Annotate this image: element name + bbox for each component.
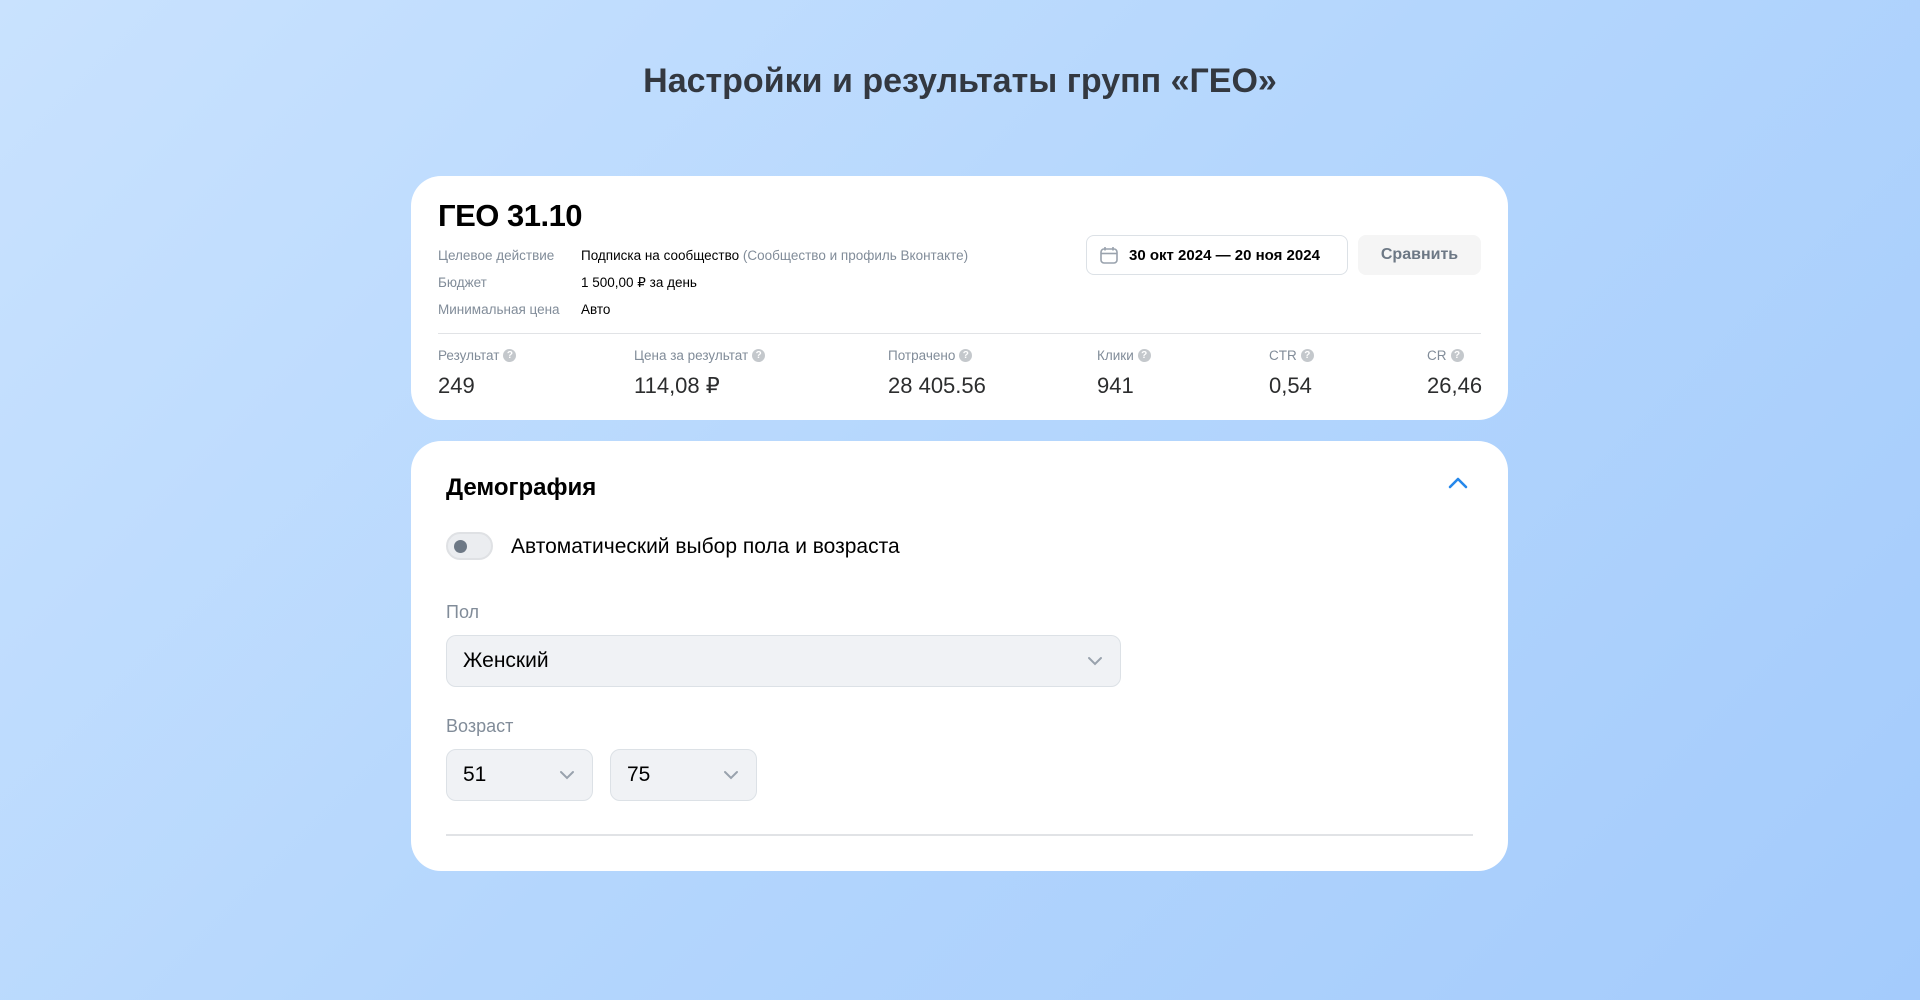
help-icon[interactable]: ? — [1137, 349, 1151, 362]
metric-cost-per-result: Цена за результат? 114,08 ₽ — [634, 348, 766, 399]
age-label: Возраст — [446, 716, 514, 736]
info-row-min-price: Минимальная цена Авто — [438, 296, 968, 323]
age-from-select[interactable]: 51 — [446, 749, 593, 801]
chevron-down-icon — [1088, 657, 1102, 666]
metric-cr: CR? 26,46 — [1427, 348, 1482, 399]
auto-demography-label: Автоматический выбор пола и возраста — [511, 535, 900, 558]
chevron-down-icon — [560, 771, 574, 780]
metric-label: CR — [1427, 348, 1447, 363]
section-title: Демография — [446, 474, 597, 501]
age-to-value: 75 — [627, 763, 651, 786]
group-summary-card: ГЕО 31.10 Целевое действие Подписка на со… — [411, 176, 1508, 420]
compare-button[interactable]: Сравнить — [1358, 235, 1481, 275]
info-subvalue: (Сообщество и профиль Вконтакте) — [742, 248, 969, 263]
info-label: Бюджет — [438, 275, 487, 290]
metric-clicks: Клики? 941 — [1097, 348, 1151, 399]
chevron-down-icon — [724, 771, 738, 780]
metric-label: Клики — [1097, 348, 1134, 363]
divider — [446, 834, 1473, 836]
divider — [438, 333, 1481, 334]
gender-label: Пол — [446, 602, 480, 622]
metric-value: 249 — [438, 373, 475, 398]
info-label: Минимальная цена — [438, 302, 560, 317]
metric-value: 26,46 — [1427, 373, 1483, 398]
metric-label: Цена за результат — [634, 348, 749, 363]
help-icon[interactable]: ? — [503, 349, 517, 362]
help-icon[interactable]: ? — [752, 349, 766, 362]
toggle-knob — [454, 540, 467, 553]
help-icon[interactable]: ? — [959, 349, 973, 362]
help-icon[interactable]: ? — [1300, 349, 1314, 362]
gender-value: Женский — [463, 649, 549, 672]
chevron-up-icon[interactable] — [1446, 475, 1470, 491]
gender-select[interactable]: Женский — [446, 635, 1121, 687]
demography-card: Демография Автоматический выбор пола и в… — [411, 441, 1508, 871]
metric-label: CTR — [1269, 348, 1297, 363]
metric-value: 0,54 — [1269, 373, 1312, 398]
date-range-picker[interactable]: 30 окт 2024 — 20 ноя 2024 — [1086, 235, 1348, 275]
info-row-budget: Бюджет 1 500,00 ₽ за день — [438, 269, 968, 296]
calendar-icon — [1100, 247, 1118, 264]
metric-value: 114,08 ₽ — [634, 373, 720, 398]
info-label: Целевое действие — [438, 248, 555, 263]
auto-demography-toggle[interactable] — [446, 532, 493, 560]
metric-spent: Потрачено? 28 405.56 — [888, 348, 986, 399]
metric-value: 941 — [1097, 373, 1134, 398]
metric-value: 28 405.56 — [888, 373, 986, 398]
page-title: Настройки и результаты групп «ГЕО» — [643, 62, 1277, 100]
group-info: Целевое действие Подписка на сообщество (… — [438, 242, 968, 323]
group-name: ГЕО 31.10 — [438, 198, 583, 233]
date-range-text: 30 окт 2024 — 20 ноя 2024 — [1129, 246, 1320, 264]
info-value: Авто — [581, 302, 611, 317]
age-to-select[interactable]: 75 — [610, 749, 757, 801]
help-icon[interactable]: ? — [1450, 349, 1464, 362]
info-value: 1 500,00 ₽ за день — [581, 275, 697, 290]
metric-ctr: CTR? 0,54 — [1269, 348, 1314, 399]
info-row-target-action: Целевое действие Подписка на сообщество (… — [438, 242, 968, 269]
metric-label: Результат — [438, 348, 500, 363]
metric-label: Потрачено — [888, 348, 956, 363]
info-value: Подписка на сообщество — [581, 248, 740, 263]
metric-result: Результат? 249 — [438, 348, 517, 399]
age-from-value: 51 — [463, 763, 487, 786]
